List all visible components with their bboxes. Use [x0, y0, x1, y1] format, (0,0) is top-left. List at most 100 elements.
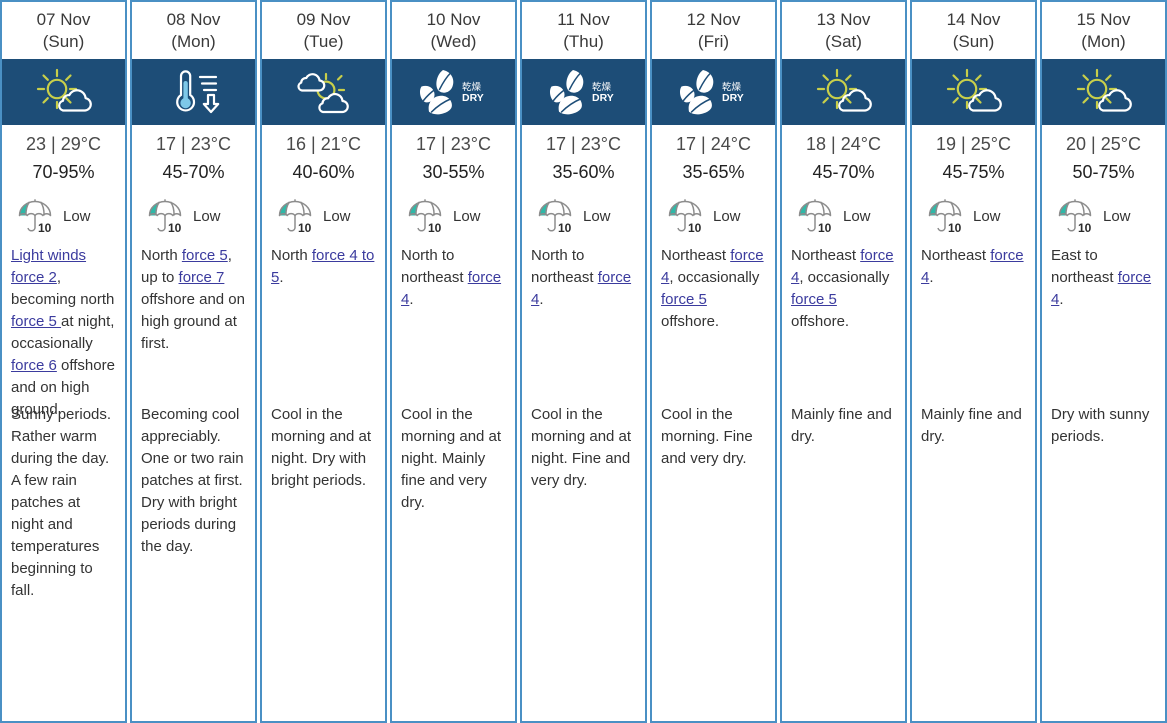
wind-force-link[interactable]: Light winds [11, 247, 86, 264]
date-label: 12 Nov [686, 9, 741, 29]
date-label: 13 Nov [816, 9, 871, 29]
uv-index-row: 10 Low [652, 183, 775, 237]
weather-description: Mainly fine and dry. [921, 406, 1022, 445]
day-of-week-label: (Mon) [171, 31, 216, 51]
date-label: 11 Nov [557, 9, 610, 29]
uv-scale-max: 10 [168, 221, 182, 235]
wind-force-link[interactable]: force 5 [182, 247, 228, 264]
date-header: 11 Nov (Thu) [522, 2, 645, 59]
uv-level-label: Low [193, 207, 221, 225]
temperature-range: 19 | 25°C [936, 134, 1011, 154]
date-label: 07 Nov [36, 9, 91, 29]
wind-description: Northeast force 4, occasionally force 5 … [791, 245, 896, 333]
humidity-range: 35-60% [552, 162, 615, 182]
uv-level-label: Low [973, 207, 1001, 225]
wind-text-segment: offshore and on high ground at first. [141, 291, 245, 352]
sun-between-clouds-icon [296, 72, 349, 114]
weather-description: Dry with sunny periods. [1051, 406, 1150, 445]
weather-icon-band: 乾燥 DRY [522, 59, 645, 125]
wind-description: Light winds force 2, becoming north forc… [11, 245, 116, 421]
weather-icon-band: 乾燥 DRY [392, 59, 515, 125]
day-of-week-label: (Tue) [303, 31, 344, 51]
uv-scale-max: 10 [298, 221, 312, 235]
temperature-range: 17 | 24°C [676, 134, 751, 154]
wind-text-segment: Northeast [921, 247, 991, 264]
date-label: 15 Nov [1076, 9, 1131, 29]
date-header: 10 Nov (Wed) [392, 2, 515, 59]
forecast-body: Light winds force 2, becoming north forc… [2, 237, 125, 721]
wind-description: Northeast force 4, occasionally force 5 … [661, 245, 766, 333]
humidity-range: 45-75% [942, 162, 1005, 182]
humidity-range: 70-95% [32, 162, 95, 182]
humidity-range: 35-65% [682, 162, 745, 182]
day-of-week-label: (Mon) [1081, 31, 1126, 51]
wind-force-link[interactable]: force 7 [179, 269, 225, 286]
date-header: 15 Nov (Mon) [1042, 2, 1165, 59]
forecast-body: North to northeast force 4. Cool in the … [392, 237, 515, 721]
date-header: 13 Nov (Sat) [782, 2, 905, 59]
temperature-range: 16 | 21°C [286, 134, 361, 154]
day-column: 09 Nov (Tue) 16 | 21°C 40-60% 10 Low Nor… [260, 0, 387, 723]
forecast-body: North force 4 to 5. Cool in the morning … [262, 237, 385, 721]
humidity-range: 30-55% [422, 162, 485, 182]
wind-force-link[interactable]: force 5 [11, 313, 61, 330]
humidity-range: 40-60% [292, 162, 355, 182]
forecast-body: North force 5, up to force 7 offshore an… [132, 237, 255, 721]
uv-level-label: Low [453, 207, 481, 225]
umbrella-uv-icon: 10 [18, 198, 52, 235]
wind-text-segment: North to northeast [401, 247, 468, 286]
wind-description: East to northeast force 4. [1051, 245, 1156, 311]
umbrella-uv-icon: 10 [278, 198, 312, 235]
wind-text-segment: offshore. [661, 313, 720, 330]
wind-description: North to northeast force 4. [401, 245, 506, 311]
uv-scale-max: 10 [558, 221, 572, 235]
day-of-week-label: (Sun) [42, 31, 85, 51]
forecast-body: East to northeast force 4. Dry with sunn… [1042, 237, 1165, 721]
thermometer-falling-icon [175, 70, 219, 114]
forecast-body: Northeast force 4. Mainly fine and dry. [912, 237, 1035, 721]
wind-text-segment: . [1059, 291, 1064, 308]
umbrella-uv-icon: 10 [668, 198, 702, 235]
humidity-range: 50-75% [1072, 162, 1135, 182]
dry-leaves-icon: 乾燥 DRY [679, 70, 743, 115]
uv-level-label: Low [583, 207, 611, 225]
sun-behind-cloud-icon [946, 68, 1002, 112]
date-header: 14 Nov (Sun) [912, 2, 1035, 59]
uv-index-row: 10 Low [1042, 183, 1165, 237]
forecast-body: North to northeast force 4. Cool in the … [522, 237, 645, 721]
wind-force-link[interactable]: force 5 [791, 291, 837, 308]
weather-description: Cool in the morning. Fine and very dry. [661, 406, 753, 467]
humidity-range: 45-70% [812, 162, 875, 182]
wind-text-segment: , occasionally [669, 269, 760, 286]
wind-force-link[interactable]: force 2 [11, 269, 57, 286]
day-column: 13 Nov (Sat) 18 | 24°C 45-70% 10 Low Nor… [780, 0, 907, 723]
dry-leaves-icon: 乾燥 DRY [549, 70, 614, 115]
day-of-week-label: (Fri) [697, 31, 730, 51]
uv-level-label: Low [1103, 207, 1131, 225]
temperature-range: 23 | 29°C [26, 134, 101, 154]
weather-description: Becoming cool appreciably. One or two ra… [141, 406, 244, 555]
wind-text-segment: Northeast [661, 247, 731, 264]
wind-force-link[interactable]: force 6 [11, 357, 57, 374]
dry-label-en: DRY [592, 92, 614, 104]
uv-index-row: 10 Low [2, 183, 125, 237]
wind-force-link[interactable]: force 5 [661, 291, 707, 308]
temperature-range: 18 | 24°C [806, 134, 881, 154]
day-column: 07 Nov (Sun) 23 | 29°C 70-95% 10 Low Lig… [0, 0, 127, 723]
dry-leaves-icon: 乾燥 DRY [419, 70, 483, 115]
weather-description: Cool in the morning and at night. Fine a… [531, 406, 632, 489]
nine-day-forecast-table: 07 Nov (Sun) 23 | 29°C 70-95% 10 Low Lig… [0, 0, 1167, 723]
day-column: 15 Nov (Mon) 20 | 25°C 50-75% 10 Low Eas… [1040, 0, 1167, 723]
date-header: 12 Nov (Fri) [652, 2, 775, 59]
day-of-week-label: (Wed) [430, 31, 477, 51]
sun-behind-cloud-icon [816, 68, 872, 112]
wind-text-segment: offshore. [791, 313, 850, 330]
uv-level-label: Low [63, 207, 91, 225]
wind-text-segment: . [279, 269, 284, 286]
weather-icon-band [782, 59, 905, 125]
uv-level-label: Low [713, 207, 741, 225]
weather-icon-band [132, 59, 255, 125]
weather-description: Cool in the morning and at night. Mainly… [401, 406, 502, 511]
umbrella-uv-icon: 10 [1058, 198, 1092, 235]
uv-scale-max: 10 [818, 221, 832, 235]
